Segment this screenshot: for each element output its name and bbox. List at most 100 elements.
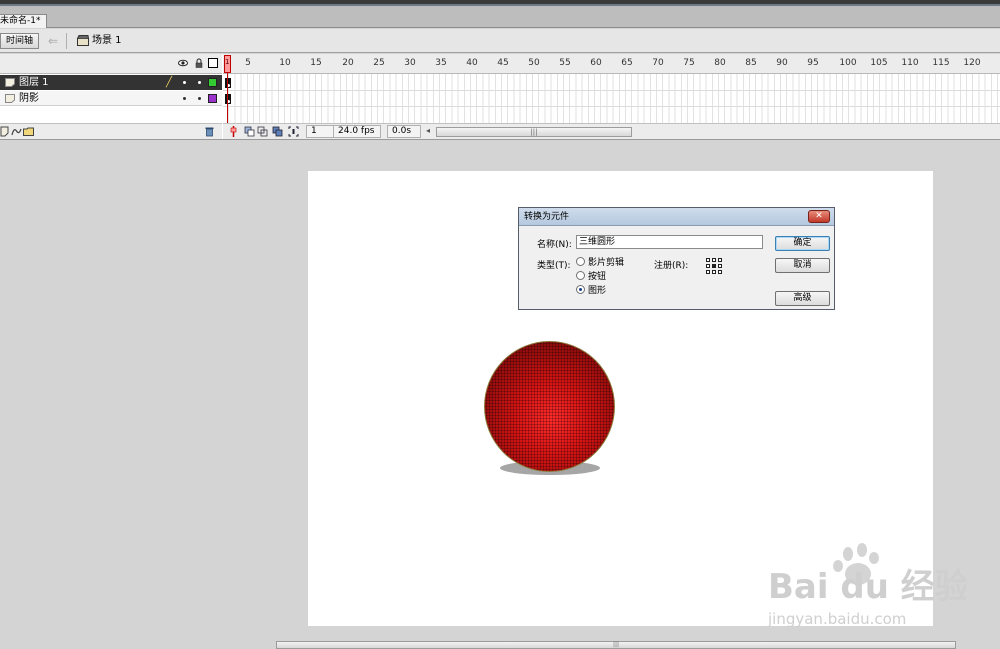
modify-markers-icon[interactable]	[288, 126, 299, 137]
onion-skin-icon[interactable]	[244, 126, 255, 137]
radio-selected-icon	[576, 285, 585, 294]
keyframe[interactable]	[225, 78, 231, 88]
document-tab-bar: 未命名-1*	[0, 6, 1000, 28]
layer-page-icon	[5, 94, 15, 103]
document-tab[interactable]: 未命名-1*	[0, 14, 48, 28]
red-ball[interactable]	[484, 341, 615, 472]
scene-label[interactable]: 场景 1	[92, 35, 122, 47]
selection-mesh	[485, 342, 614, 471]
visibility-dot[interactable]	[183, 97, 186, 100]
layer-row[interactable]: 图层 1 ╱	[0, 75, 222, 90]
ruler-label: 65	[621, 58, 633, 68]
type-radio-graphic[interactable]: 图形	[576, 285, 606, 297]
registration-point[interactable]	[706, 258, 710, 262]
ruler-label: 75	[683, 58, 695, 68]
elapsed-time-field: 0.0s	[387, 125, 421, 138]
ruler-label: 100	[839, 58, 857, 68]
ruler-label: 10	[279, 58, 291, 68]
onion-skin-outlines-icon[interactable]	[257, 126, 268, 137]
ruler-label: 105	[870, 58, 888, 68]
ruler-label: 40	[466, 58, 478, 68]
frame-rate-field[interactable]: 24.0 fps	[333, 125, 381, 138]
scene-clapper-icon	[77, 35, 89, 46]
timeline-toggle-button[interactable]: 时间轴	[0, 33, 39, 49]
radio-label: 影片剪辑	[588, 258, 625, 268]
layer-tools-bar	[0, 123, 222, 139]
ruler-label: 90	[776, 58, 788, 68]
registration-point[interactable]	[706, 264, 710, 268]
registration-point[interactable]	[718, 258, 722, 262]
registration-point-selected[interactable]	[712, 264, 716, 268]
advanced-button[interactable]: 高级	[775, 291, 830, 306]
ruler-label: 30	[404, 58, 416, 68]
ruler-label: 20	[342, 58, 354, 68]
edit-bar: 时间轴 ⇐ 场景 1	[0, 29, 1000, 53]
layer-row[interactable]: 阴影	[0, 91, 222, 106]
motion-guide-icon[interactable]	[11, 126, 22, 137]
center-frame-icon[interactable]	[228, 126, 239, 137]
registration-point[interactable]	[712, 258, 716, 262]
frame-row[interactable]	[223, 75, 1000, 91]
ruler-label: 50	[528, 58, 540, 68]
pencil-icon: ╱	[166, 77, 173, 88]
ruler-label: 85	[745, 58, 757, 68]
insert-folder-icon[interactable]	[23, 126, 34, 137]
baidu-jingyan-watermark: Bai du 经验 jingyan.baidu.com	[767, 543, 966, 628]
layer-color-swatch[interactable]	[208, 78, 217, 87]
current-frame-field[interactable]: 1	[306, 125, 334, 138]
ruler-label: 35	[435, 58, 447, 68]
keyframe[interactable]	[225, 94, 231, 104]
watermark-url: jingyan.baidu.com	[767, 610, 906, 628]
registration-grid[interactable]	[706, 258, 722, 274]
type-label: 类型(T):	[537, 261, 571, 271]
watermark-brand: Bai du 经验	[768, 567, 966, 607]
outline-square-icon[interactable]	[208, 58, 218, 68]
insert-layer-icon[interactable]	[0, 126, 11, 137]
frame-row[interactable]	[223, 91, 1000, 107]
frames-area[interactable]: 5 10 15 20 25 30 35 40 45 50 55 60 65 70…	[223, 54, 1000, 123]
ok-button[interactable]: 确定	[775, 236, 830, 251]
layer-color-swatch[interactable]	[208, 94, 217, 103]
eye-icon[interactable]	[178, 58, 188, 68]
ruler-label: 60	[590, 58, 602, 68]
layer-name: 图层 1	[19, 77, 49, 88]
registration-point[interactable]	[712, 270, 716, 274]
back-arrow-icon[interactable]: ⇐	[46, 32, 60, 50]
type-radio-button[interactable]: 按钮	[576, 271, 606, 283]
edit-multiple-frames-icon[interactable]	[272, 126, 283, 137]
dialog-title-bar[interactable]: 转换为元件 ✕	[519, 208, 834, 226]
lock-dot[interactable]	[198, 81, 201, 84]
dialog-title: 转换为元件	[524, 212, 570, 222]
radio-icon	[576, 271, 585, 280]
frame-status-bar: 1 24.0 fps 0.0s ◂ |||	[223, 123, 1000, 139]
ruler-label: 55	[559, 58, 571, 68]
ruler-label: 15	[310, 58, 322, 68]
trash-icon[interactable]	[204, 126, 215, 137]
ruler-label: 70	[652, 58, 664, 68]
timeline-panel: 图层 1 ╱ 阴影 5 10 15 20 25 30 35 40 45 50 5…	[0, 54, 1000, 140]
timeline-scrollbar[interactable]: |||	[436, 127, 632, 137]
ruler-label: 25	[373, 58, 385, 68]
ruler-label: 45	[497, 58, 509, 68]
cancel-button[interactable]: 取消	[775, 258, 830, 273]
close-icon[interactable]: ✕	[808, 210, 830, 223]
lock-dot[interactable]	[198, 97, 201, 100]
radio-label: 按钮	[588, 272, 607, 282]
lock-icon[interactable]	[194, 58, 204, 68]
ruler-label: 95	[807, 58, 819, 68]
registration-point[interactable]	[706, 270, 710, 274]
ruler-label: 110	[901, 58, 919, 68]
ruler-label: 5	[245, 58, 251, 68]
ruler-label: 80	[714, 58, 726, 68]
playhead[interactable]: 1	[224, 55, 231, 73]
symbol-name-input[interactable]: 三维圆形	[576, 235, 763, 249]
playhead-line	[227, 73, 228, 123]
stage-scrollbar[interactable]: |||	[276, 641, 956, 649]
registration-point[interactable]	[718, 264, 722, 268]
registration-point[interactable]	[718, 270, 722, 274]
ruler-label: 1	[225, 58, 230, 66]
type-radio-movie-clip[interactable]: 影片剪辑	[576, 257, 624, 269]
frame-ruler[interactable]: 5 10 15 20 25 30 35 40 45 50 55 60 65 70…	[223, 54, 1000, 74]
visibility-dot[interactable]	[183, 81, 186, 84]
scroll-left-arrow-icon[interactable]: ◂	[426, 126, 430, 135]
